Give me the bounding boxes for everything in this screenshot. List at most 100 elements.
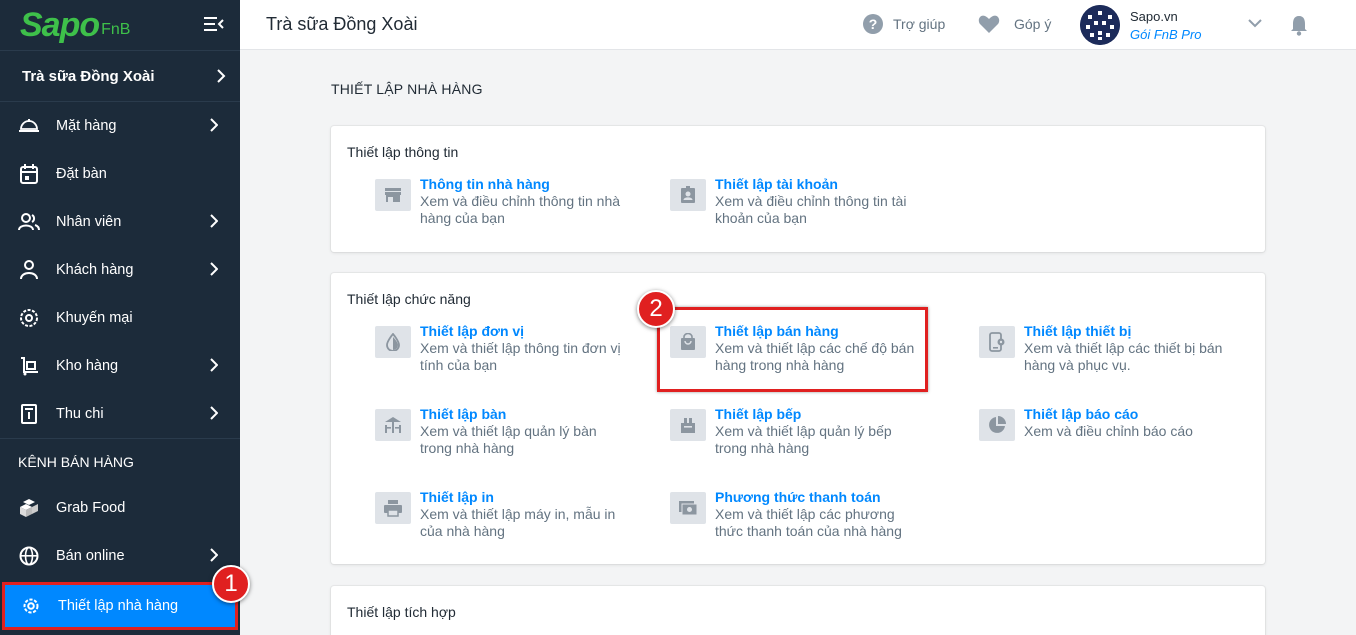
sidebar-item-label: Khuyến mại [56, 310, 133, 326]
sidebar-item-label: Kho hàng [56, 358, 119, 374]
option-desc: Xem và điều chỉnh báo cáo [1024, 423, 1193, 439]
option-title: Thiết lập bàn [420, 406, 507, 422]
option-title: Thiết lập thiết bị [1024, 323, 1132, 339]
store-name: Trà sữa Đồng Xoài [22, 67, 155, 85]
info-settings-card: Thiết lập thông tin Thông tin nhà hàng Xe… [331, 126, 1265, 252]
integration-settings-card: Thiết lập tích hợp [331, 586, 1265, 635]
feedback-label: Góp ý [1014, 16, 1052, 32]
chevron-right-icon [210, 214, 218, 228]
sidebar-item-label: Nhân viên [56, 214, 122, 230]
option-desc: Xem và thiết lập thông tin đơn vị tính c… [420, 340, 621, 373]
sidebar-item-label: Grab Food [56, 500, 126, 516]
sidebar: Sapo FnB Trà sữa Đồng Xoài Mặt hàng Đặt … [0, 0, 240, 635]
option-desc: Xem và điều chỉnh thông tin tài khoản củ… [715, 193, 907, 226]
option-desc: Xem và thiết lập máy in, mẫu in của nhà … [420, 506, 616, 539]
sidebar-item-staff[interactable]: Nhân viên [0, 198, 240, 246]
option-desc: Xem và thiết lập quản lý bàn trong nhà h… [420, 423, 597, 456]
chevron-right-icon [217, 69, 226, 83]
chevron-down-icon[interactable] [1248, 18, 1262, 28]
option-desc: Xem và thiết lập quản lý bếp trong nhà h… [715, 423, 892, 456]
drop-icon [375, 326, 411, 358]
sidebar-item-cashbook[interactable]: Thu chi [0, 390, 240, 438]
logo-text: Sapo [20, 5, 100, 44]
account-name: Sapo.vn [1130, 8, 1178, 24]
option-account-settings[interactable]: Thiết lập tài khoản Xem và điều chỉnh thô… [670, 176, 930, 227]
help-link[interactable]: ? Trợ giúp [863, 14, 945, 34]
card-title: Thiết lập chức năng [347, 291, 471, 307]
globe-icon [18, 545, 40, 567]
users-icon [18, 211, 40, 233]
option-title: Phương thức thanh toán [715, 489, 881, 505]
option-payment-methods[interactable]: Phương thức thanh toán Xem và thiết lập c… [670, 489, 930, 540]
sidebar-item-promotions[interactable]: Khuyến mại [0, 294, 240, 342]
option-unit-settings[interactable]: Thiết lập đơn vị Xem và thiết lập thông t… [375, 323, 635, 374]
pie-chart-icon [979, 409, 1015, 441]
card-title: Thiết lập tích hợp [347, 604, 456, 620]
sidebar-item-online-sales[interactable]: Bán online [0, 532, 240, 580]
option-print-settings[interactable]: Thiết lập in Xem và thiết lập máy in, mẫu… [375, 489, 635, 540]
sidebar-item-label: Thiết lập nhà hàng [58, 598, 179, 614]
logo-subtext: FnB [101, 21, 131, 38]
chevron-right-icon [210, 262, 218, 276]
top-bar: Trà sữa Đồng Xoài ? Trợ giúp Góp ý Sapo.… [240, 0, 1356, 50]
option-desc: Xem và điều chỉnh thông tin nhà hàng của… [420, 193, 621, 226]
option-title: Thiết lập bếp [715, 406, 802, 422]
chevron-right-icon [210, 406, 218, 420]
feedback-link[interactable]: Góp ý [978, 14, 1051, 34]
avatar [1080, 5, 1120, 45]
option-title: Thiết lập báo cáo [1024, 406, 1139, 422]
kitchen-icon [670, 409, 706, 441]
option-title: Thiết lập đơn vị [420, 323, 525, 339]
annotation-badge-1: 1 [212, 565, 250, 603]
sidebar-item-booking[interactable]: Đặt bàn [0, 150, 240, 198]
option-restaurant-info[interactable]: Thông tin nhà hàng Xem và điều chỉnh thôn… [375, 176, 635, 227]
user-icon [18, 259, 40, 281]
account-menu[interactable]: Sapo.vn Gói FnB Pro [1080, 5, 1202, 45]
tray-icon [18, 115, 40, 137]
annotation-badge-2: 2 [637, 290, 675, 328]
option-title: Thông tin nhà hàng [420, 176, 550, 192]
chevron-right-icon [210, 548, 218, 562]
option-kitchen-settings[interactable]: Thiết lập bếp Xem và thiết lập quản lý bế… [670, 406, 930, 457]
bell-icon[interactable] [1290, 15, 1308, 36]
collapse-menu-icon[interactable] [204, 15, 224, 33]
boxes-icon [18, 497, 40, 519]
printer-icon [375, 492, 411, 524]
calendar-icon [18, 163, 40, 185]
highlight-box-sales-settings [657, 307, 928, 392]
sales-channel-heading: KÊNH BÁN HÀNG [0, 438, 240, 484]
sidebar-item-customers[interactable]: Khách hàng [0, 246, 240, 294]
svg-text:?: ? [869, 16, 878, 32]
money-icon [670, 492, 706, 524]
help-label: Trợ giúp [893, 16, 946, 32]
promo-icon [18, 307, 40, 329]
sapo-logo[interactable]: Sapo FnB [0, 0, 240, 50]
sidebar-item-label: Bán online [56, 548, 125, 564]
card-title: Thiết lập thông tin [347, 144, 459, 160]
id-badge-icon [670, 179, 706, 211]
sidebar-item-label: Thu chi [56, 406, 104, 422]
option-device-settings[interactable]: Thiết lập thiết bị Xem và thiết lập các t… [979, 323, 1239, 374]
store-selector[interactable]: Trà sữa Đồng Xoài [0, 50, 240, 102]
sidebar-item-label: Đặt bàn [56, 166, 107, 182]
sidebar-item-grabfood[interactable]: Grab Food [0, 484, 240, 532]
sidebar-item-label: Mặt hàng [56, 118, 117, 134]
option-desc: Xem và thiết lập các phương thức thanh t… [715, 506, 902, 539]
store-icon [375, 179, 411, 211]
option-desc: Xem và thiết lập các thiết bị bán hàng v… [1024, 340, 1223, 373]
page-title: Trà sữa Đồng Xoài [266, 14, 418, 34]
sidebar-item-products[interactable]: Mặt hàng [0, 102, 240, 150]
option-table-settings[interactable]: Thiết lập bàn Xem và thiết lập quản lý bà… [375, 406, 635, 457]
app-root: Sapo FnB Trà sữa Đồng Xoài Mặt hàng Đặt … [0, 0, 1356, 635]
help-circle-icon: ? [863, 14, 883, 34]
chevron-right-icon [210, 358, 218, 372]
heart-icon [978, 15, 1000, 33]
sidebar-item-inventory[interactable]: Kho hàng [0, 342, 240, 390]
chevron-right-icon [210, 118, 218, 132]
receipt-icon [18, 403, 40, 425]
settings-heading: THIẾT LẬP NHÀ HÀNG [331, 81, 483, 97]
option-report-settings[interactable]: Thiết lập báo cáo Xem và điều chỉnh báo c… [979, 406, 1239, 441]
sidebar-item-restaurant-settings[interactable]: Thiết lập nhà hàng [2, 582, 238, 630]
device-settings-icon [979, 326, 1015, 358]
option-title: Thiết lập in [420, 489, 494, 505]
